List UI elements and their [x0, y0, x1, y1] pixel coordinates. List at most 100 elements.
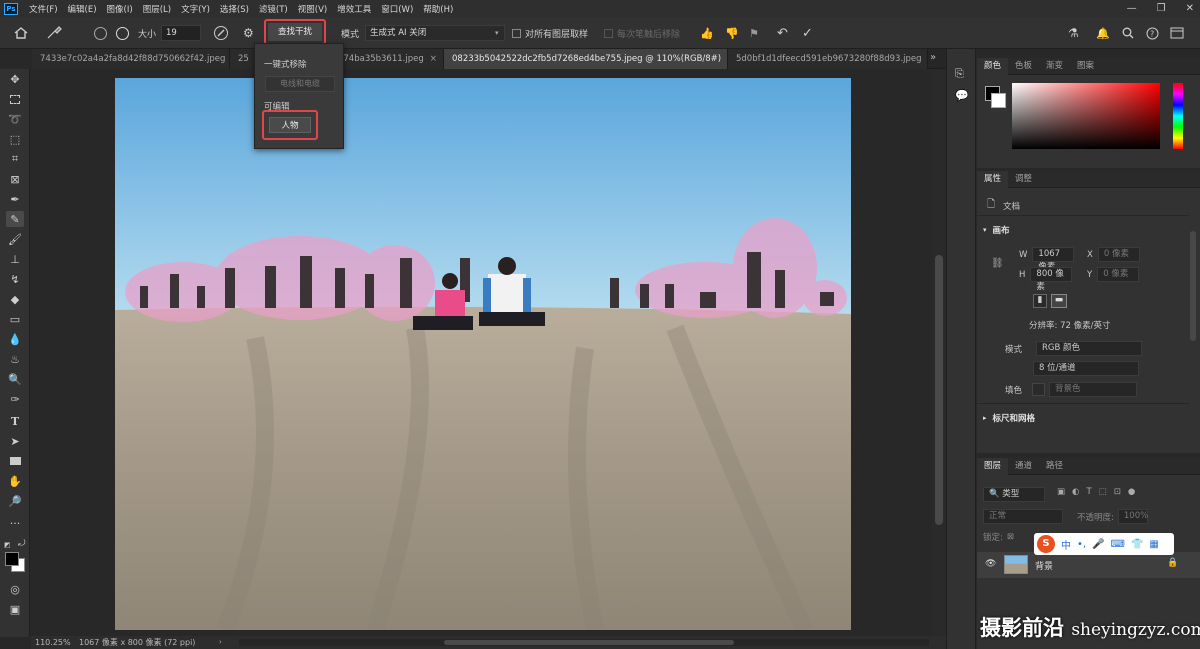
workspace-icon[interactable] — [1170, 17, 1184, 49]
menu-help[interactable]: 帮助(H) — [418, 3, 458, 15]
brush-add-icon[interactable] — [94, 17, 107, 49]
fill-swatch[interactable] — [1032, 383, 1046, 396]
canvas-area[interactable] — [31, 70, 932, 636]
layer-row-background[interactable]: 👁 背景 🔒 — [977, 552, 1200, 578]
horizontal-scrollbar[interactable] — [239, 639, 929, 646]
menu-type[interactable]: 文字(Y) — [176, 3, 215, 15]
crop-tool-icon[interactable]: ⌗ — [6, 151, 24, 167]
remove-after-stroke-checkbox[interactable]: 每次笔触后移除 — [604, 17, 680, 49]
status-chevron-icon[interactable]: › — [219, 636, 222, 649]
pen-tool-icon[interactable]: ✑ — [6, 391, 24, 407]
filter-toggle-icon[interactable]: ● — [1128, 487, 1135, 497]
tab-adjustments[interactable]: 调整 — [1008, 171, 1039, 188]
flask-icon[interactable]: ⚗ — [1068, 17, 1079, 49]
ime-mode[interactable]: 中 — [1061, 537, 1071, 552]
restore-icon[interactable]: ❐ — [1157, 3, 1166, 14]
tab-doc-3[interactable]: d74ba35b3611.jpeg × — [330, 49, 444, 69]
more-tabs-icon[interactable]: » — [930, 52, 936, 63]
swap-colors-icon[interactable]: ⤾ — [18, 539, 26, 549]
landscape-icon[interactable]: ▬ — [1051, 294, 1067, 308]
menu-view[interactable]: 视图(V) — [293, 3, 332, 15]
blend-mode-select[interactable]: 正常 — [983, 509, 1063, 524]
dodge-icon[interactable]: ♨ — [6, 351, 24, 367]
remove-tool-icon[interactable]: ✎ — [6, 211, 24, 227]
history-brush-icon[interactable]: ↯ — [6, 271, 24, 287]
bit-depth-select[interactable]: 8 位/通道 — [1033, 361, 1139, 376]
color-mode-select[interactable]: RGB 颜色 — [1036, 341, 1143, 356]
smart-filter-icon[interactable]: ⊡ — [1114, 487, 1121, 497]
tab-channels[interactable]: 通道 — [1008, 458, 1039, 475]
blur-icon[interactable]: 💧 — [6, 331, 24, 347]
layer-name[interactable]: 背景 — [1035, 559, 1053, 572]
properties-scrollbar[interactable] — [1190, 231, 1196, 341]
mode-select[interactable]: 生成式 AI 关闭 — [365, 25, 505, 41]
tab-layers[interactable]: 图层 — [977, 457, 1009, 475]
wires-cables-button[interactable]: 电线和电缆 — [265, 76, 335, 92]
tab-paths[interactable]: 路径 — [1039, 458, 1070, 475]
find-distractions-button[interactable]: 查找干扰 — [268, 23, 323, 41]
height-input[interactable]: 800 像素 — [1030, 267, 1073, 292]
ime-toolbar[interactable]: S 中 •, 🎤 ⌨ 👕 ▦ — [1034, 533, 1174, 555]
zoom-level[interactable]: 110.25% — [35, 636, 71, 649]
menu-layer[interactable]: 图层(L) — [138, 3, 176, 15]
color-field[interactable] — [1012, 83, 1160, 149]
pressure-icon[interactable] — [213, 17, 229, 49]
flag-icon[interactable]: ⚑ — [749, 17, 759, 49]
menu-window[interactable]: 窗口(W) — [376, 3, 418, 15]
tab-swatches[interactable]: 色板 — [1008, 58, 1039, 75]
bell-icon[interactable]: 🔔 — [1096, 17, 1110, 49]
brush-subtract-icon[interactable] — [116, 17, 129, 49]
comments-panel-icon[interactable]: 💬 — [955, 89, 969, 102]
adjustment-filter-icon[interactable]: ◐ — [1072, 487, 1079, 497]
search-icon[interactable] — [1122, 17, 1134, 49]
foreground-color-swatch[interactable] — [5, 552, 19, 566]
zoom-tool-icon[interactable]: 🔎 — [6, 493, 24, 509]
marquee-tool-icon[interactable] — [6, 91, 24, 107]
path-select-icon[interactable]: ➤ — [6, 433, 24, 449]
undo-icon[interactable]: ↶ — [777, 17, 788, 49]
rectangle-tool-icon[interactable] — [6, 453, 24, 469]
frame-tool-icon[interactable]: ⊠ — [6, 171, 24, 187]
burn-icon[interactable]: 🔍 — [6, 371, 24, 387]
minimize-icon[interactable]: — — [1127, 3, 1137, 14]
fill-select[interactable]: 背景色 — [1049, 382, 1138, 397]
tab-doc-1[interactable]: 7433e7c02a4a2fa8d42f88d750662f42.jpeg× — [32, 49, 230, 69]
link-icon[interactable]: ⛓ — [991, 258, 1004, 269]
screen-mode-icon[interactable]: ▣ — [6, 601, 24, 617]
vertical-scrollbar[interactable] — [932, 70, 946, 636]
tab-doc-5[interactable]: 5d0bf1d1dfeecd591eb9673280f88d93.jpeg× — [728, 49, 928, 69]
default-colors-icon[interactable]: ◩ — [4, 541, 11, 549]
bg-color-swatch[interactable] — [991, 93, 1006, 108]
x-input[interactable]: 0 像素 — [1097, 247, 1140, 262]
portrait-icon[interactable]: ▮ — [1033, 294, 1047, 308]
history-panel-icon[interactable]: ⎘ — [955, 67, 964, 81]
menu-filter[interactable]: 滤镜(T) — [254, 3, 293, 15]
gradient-icon[interactable]: ▭ — [6, 311, 24, 327]
menu-edit[interactable]: 编辑(E) — [63, 3, 102, 15]
menu-select[interactable]: 选择(S) — [215, 3, 254, 15]
more-tools-icon[interactable]: ··· — [6, 515, 24, 531]
gear-icon[interactable]: ⚙ — [243, 17, 254, 49]
tab-gradients[interactable]: 渐变 — [1039, 58, 1070, 75]
size-input[interactable]: 19 — [161, 25, 201, 41]
ime-keyboard-icon[interactable]: ⌨ — [1111, 539, 1125, 550]
eraser-icon[interactable]: ◆ — [6, 291, 24, 307]
tab-doc-active[interactable]: 08233b5042522dc2fb5d7268ed4be755.jpeg @ … — [444, 49, 728, 69]
close-icon[interactable]: ✕ — [1186, 3, 1194, 14]
ime-skin-icon[interactable]: 👕 — [1131, 539, 1143, 550]
ime-punct-icon[interactable]: •, — [1077, 539, 1086, 550]
photo-canvas[interactable] — [115, 78, 851, 630]
lasso-tool-icon[interactable]: ➰ — [6, 111, 24, 127]
move-tool-icon[interactable]: ✥ — [6, 71, 24, 87]
opacity-input[interactable]: 100% — [1117, 509, 1148, 524]
ime-tools-icon[interactable]: ▦ — [1149, 539, 1158, 550]
layer-filter-select[interactable]: 🔍 类型 — [983, 487, 1045, 502]
sample-all-checkbox[interactable]: 对所有图层取样 — [512, 17, 588, 49]
close-tab-icon[interactable]: × — [430, 54, 437, 64]
eyedropper-icon[interactable]: ✒ — [6, 191, 24, 207]
visibility-eye-icon[interactable]: 👁 — [985, 559, 996, 569]
type-filter-icon[interactable]: T — [1086, 487, 1091, 497]
stamp-tool-icon[interactable]: ⊥ — [6, 251, 24, 267]
menu-plugins[interactable]: 增效工具 — [332, 3, 376, 15]
ime-mic-icon[interactable]: 🎤 — [1092, 539, 1104, 550]
